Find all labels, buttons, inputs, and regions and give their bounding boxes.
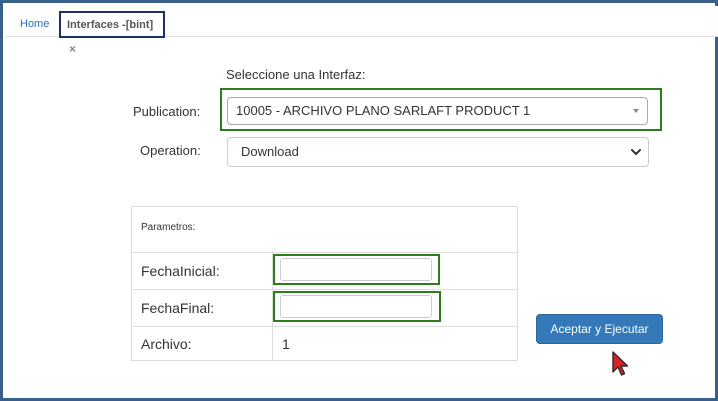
- tab-interfaces-label: Interfaces -[bint]: [67, 19, 154, 31]
- aceptar-ejecutar-button[interactable]: Aceptar y Ejecutar: [536, 314, 663, 344]
- fecha-final-label: FechaFinal:: [141, 300, 215, 316]
- operation-label: Operation:: [140, 143, 201, 158]
- table-row: Archivo: 1: [132, 326, 517, 361]
- caret-down-icon: [633, 109, 639, 113]
- interface-prompt: Seleccione una Interfaz:: [226, 67, 366, 82]
- parameters-title: Parametros:: [141, 222, 196, 233]
- operation-selected-value: Download: [241, 144, 299, 159]
- aceptar-ejecutar-label: Aceptar y Ejecutar: [550, 322, 649, 336]
- parameters-header-row: Parametros:: [132, 207, 517, 252]
- publication-select[interactable]: 10005 - ARCHIVO PLANO SARLAFT PRODUCT 1: [227, 97, 648, 125]
- archivo-value: 1: [282, 336, 290, 352]
- tab-home-label: Home: [20, 18, 50, 30]
- operation-select[interactable]: Download: [227, 137, 649, 167]
- fecha-inicial-input[interactable]: [280, 258, 432, 281]
- close-icon[interactable]: ×: [69, 42, 76, 56]
- tab-interfaces[interactable]: Interfaces -[bint] ×: [59, 11, 165, 56]
- tab-bar: Home Interfaces -[bint] ×: [6, 6, 718, 56]
- fecha-inicial-label: FechaInicial:: [141, 263, 220, 279]
- publication-selected-value: 10005 - ARCHIVO PLANO SARLAFT PRODUCT 1: [236, 103, 531, 118]
- tab-home[interactable]: Home: [10, 12, 59, 38]
- chevron-down-icon: [631, 149, 641, 155]
- publication-label: Publication:: [133, 104, 201, 119]
- fecha-final-input[interactable]: [280, 295, 432, 318]
- archivo-label: Archivo:: [141, 336, 192, 352]
- mouse-pointer-icon: [612, 351, 629, 376]
